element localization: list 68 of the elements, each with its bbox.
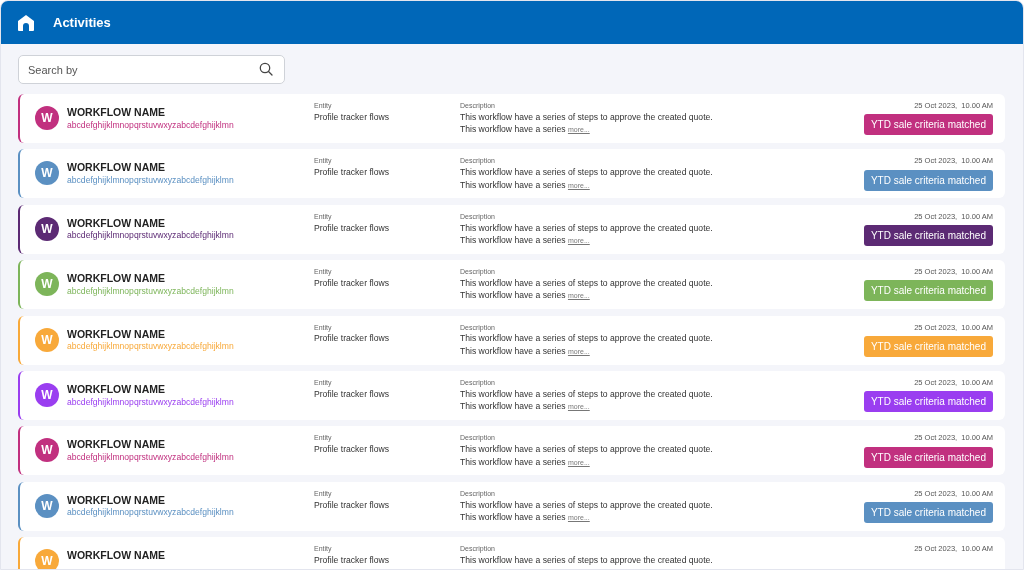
entity-value: Profile tracker flows — [314, 276, 390, 290]
entity-value: Profile tracker flows — [314, 332, 390, 345]
description-text: This workflow have a series — [460, 235, 566, 246]
description-text: This workflow have a series of steps to approve the created quote. — [460, 498, 713, 511]
description-text: This workflow have a series of steps to approve the created quote. — [460, 166, 713, 179]
workflow-name: WORKFLOW NAME — [67, 216, 166, 231]
avatar: W — [35, 549, 59, 569]
workflow-name: WORKFLOW NAME — [67, 106, 166, 120]
description-text: This workflow have a series of steps to approve the created quote. — [460, 110, 713, 124]
entity-value: Profile tracker flows — [314, 166, 390, 179]
description-text: This workflow have a series of steps to approve the created quote. — [460, 276, 713, 290]
workflow-subtitle: abcdefghijklmnopqrstuvwxyzabcdefghijklmn — [67, 119, 235, 130]
description-text: This workflow have a series — [460, 345, 566, 356]
avatar: W — [35, 382, 59, 407]
description-text: This workflow have a series — [460, 124, 566, 135]
description-text: This workflow have a series of steps to approve the created quote. — [460, 553, 713, 567]
home-icon[interactable] — [17, 13, 35, 32]
avatar: W — [35, 161, 59, 186]
workflow-subtitle: abcdefghijklmnopqrstuvwxyzabcdefghijklmn — [67, 175, 235, 186]
workflow-name: WORKFLOW NAME — [67, 327, 166, 342]
workflow-subtitle: abcdefghijklmnopqrstuvwxyzabcdefghijklmn — [67, 341, 235, 352]
status-badge: YTD sale criteria matched — [863, 280, 993, 302]
workflow-subtitle: abcdefghijklmnopqrstuvwxyzabcdefghijklmn — [67, 396, 235, 407]
status-badge: YTD sale criteria matched — [863, 335, 993, 357]
description-text: This workflow have a series — [460, 512, 566, 522]
status-badge: YTD sale criteria matched — [863, 446, 993, 468]
workflow-name: WORKFLOW NAME — [67, 272, 166, 286]
workflow-name: WORKFLOW NAME — [67, 438, 166, 452]
description-text: This workflow have a series — [460, 401, 566, 412]
page-title: Activities — [53, 13, 111, 32]
entity-value: Profile tracker flows — [314, 110, 390, 124]
description-text: This workflow have a series — [460, 290, 566, 301]
status-badge: YTD sale criteria matched — [863, 225, 993, 247]
workflow-name: WORKFLOW NAME — [67, 161, 166, 176]
avatar: W — [35, 106, 59, 130]
workflow-name: WORKFLOW NAME — [67, 493, 166, 508]
activity-card[interactable] — [18, 204, 1005, 254]
avatar: W — [35, 272, 59, 297]
activity-card[interactable] — [18, 426, 1005, 476]
status-badge: YTD sale criteria matched — [863, 114, 993, 136]
description-text: This workflow have a series — [460, 179, 566, 190]
avatar: W — [35, 216, 59, 241]
workflow-name: WORKFLOW NAME — [67, 382, 166, 397]
status-badge: YTD sale criteria matched — [863, 169, 993, 191]
avatar: W — [35, 493, 59, 518]
avatar: W — [35, 327, 59, 352]
description-text: This workflow have a series of steps to approve the created quote. — [460, 443, 713, 456]
activity-card[interactable] — [18, 370, 1005, 420]
workflow-subtitle: abcdefghijklmnopqrstuvwxyzabcdefghijklmn — [67, 285, 235, 297]
avatar: W — [35, 438, 59, 463]
workflow-subtitle: abcdefghijklmnopqrstuvwxyzabcdefghijklmn — [67, 452, 235, 463]
workflow-name: WORKFLOW NAME — [67, 549, 166, 563]
workflow-subtitle: abcdefghijklmnopqrstuvwxyzabcdefghijklmn — [67, 230, 235, 241]
entity-value: Profile tracker flows — [314, 443, 390, 456]
entity-value: Profile tracker flows — [314, 221, 390, 235]
search-icon[interactable] — [259, 62, 273, 76]
entity-value: Profile tracker flows — [314, 553, 390, 567]
description-text: This workflow have a series of steps to approve the created quote. — [460, 221, 713, 235]
activity-card[interactable] — [18, 94, 1005, 143]
search-field[interactable]: Search by — [18, 55, 285, 84]
description-text: This workflow have a series of steps to approve the created quote. — [460, 387, 713, 401]
entity-value: Profile tracker flows — [314, 498, 390, 511]
description-text: This workflow have a series — [460, 456, 566, 467]
entity-value: Profile tracker flows — [314, 387, 390, 401]
workflow-subtitle: abcdefghijklmnopqrstuvwxyzabcdefghijklmn — [67, 507, 235, 518]
status-badge: YTD sale criteria matched — [863, 502, 993, 523]
status-badge: YTD sale criteria matched — [863, 391, 993, 413]
description-text: This workflow have a series of steps to approve the created quote. — [460, 332, 713, 345]
